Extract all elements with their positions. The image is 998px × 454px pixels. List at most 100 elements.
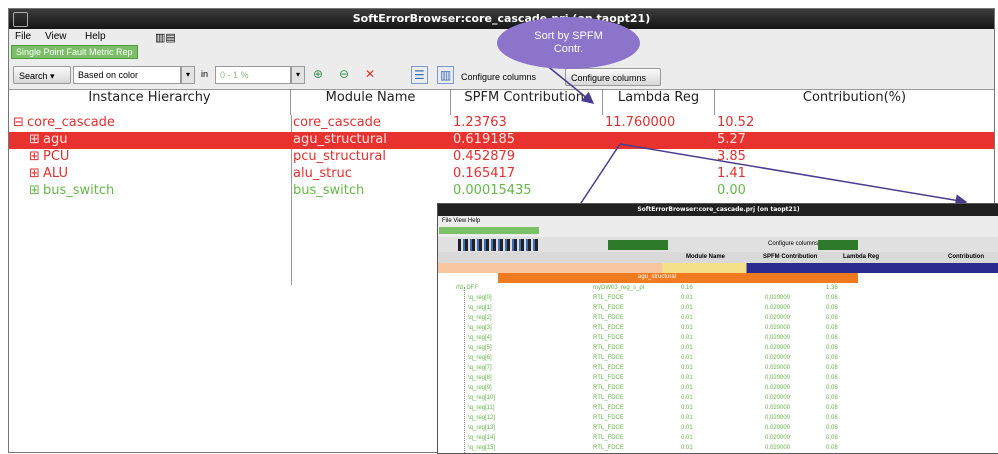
inset-contrib: 0.08	[826, 445, 838, 451]
inset-spfm: 0.01	[681, 315, 693, 321]
inset-instance: rfd_DFF	[456, 285, 479, 291]
inset-spfm: 0.01	[681, 355, 693, 361]
inset-spfm: 0.01	[681, 415, 693, 421]
inset-instance: \q_reg[8]	[468, 375, 492, 381]
inset-spfm: 0.01	[681, 405, 693, 411]
inset-module: RTL_FDCE	[593, 355, 624, 361]
inset-spfm: 0.01	[681, 305, 693, 311]
inset-contrib: 0.08	[826, 305, 838, 311]
inset-spfm: 0.16	[681, 285, 693, 291]
inset-col-module: Module Name	[686, 254, 726, 260]
inset-spfm: 0.01	[681, 425, 693, 431]
tooltip-line-2: Contr.	[553, 43, 584, 55]
inset-title: SoftErrorBrowser:core_cascade.prj (on ta…	[438, 204, 998, 216]
zoom-arrow-right	[619, 143, 968, 207]
inset-contrib: 0.08	[826, 335, 838, 341]
inset-spfm: 0.01	[681, 375, 693, 381]
inset-lambda: 0.020000	[765, 335, 791, 341]
inset-configure-label: Configure columns	[768, 241, 819, 247]
inset-lambda: 0.020000	[765, 355, 791, 361]
inset-lambda: 0.020000	[765, 325, 791, 331]
inset-module: RTL_FDCE	[593, 435, 624, 441]
inset-lambda: 0.020000	[765, 375, 791, 381]
tree-guide-line	[464, 287, 466, 453]
inset-lambda: 0.020000	[765, 405, 791, 411]
inset-table: agu_structural rfd_DFF myDW03_reg_s_pl 0…	[438, 263, 998, 453]
inset-lambda: 0.020000	[765, 295, 791, 301]
inset-lambda: 0.020000	[765, 445, 791, 451]
inset-instance: \q_reg[0]	[468, 295, 492, 301]
inset-selected-module: agu_structural	[638, 274, 677, 280]
inset-spfm: 0.01	[681, 435, 693, 441]
inset-module: myDW03_reg_s_pl	[593, 285, 645, 291]
inset-lambda: 0.020000	[765, 395, 791, 401]
inset-instance: \q_reg[6]	[468, 355, 492, 361]
inset-lambda: 0.020000	[765, 345, 791, 351]
inset-contrib: 0.08	[826, 365, 838, 371]
inset-module: RTL_FDCE	[593, 305, 624, 311]
tooltip-line-1: Sort by SPFM	[534, 30, 603, 42]
inset-contrib: 0.08	[826, 295, 838, 301]
inset-lambda: 0.020000	[765, 415, 791, 421]
inset-instance: \q_reg[2]	[468, 315, 492, 321]
inset-spfm: 0.01	[681, 365, 693, 371]
inset-instance: \q_reg[12]	[468, 415, 496, 421]
inset-contrib: 0.08	[826, 405, 838, 411]
inset-contrib: 0.08	[826, 395, 838, 401]
inset-spfm: 0.01	[681, 395, 693, 401]
inset-instance: \q_reg[15]	[468, 445, 496, 451]
inset-contrib: 0.08	[826, 315, 838, 321]
inset-contrib: 0.08	[826, 425, 838, 431]
inset-module: RTL_FDCE	[593, 295, 624, 301]
rendering-artifact	[608, 240, 668, 250]
inset-module: RTL_FDCE	[593, 385, 624, 391]
inset-instance: \q_reg[10]	[468, 395, 496, 401]
inset-lambda: 0.020000	[765, 385, 791, 391]
inset-col-spfm: SPFM Contribution	[763, 254, 818, 260]
inset-contrib: 0.08	[826, 385, 838, 391]
inset-instance: \q_reg[13]	[468, 425, 496, 431]
inset-module: RTL_FDCE	[593, 335, 624, 341]
inset-spfm: 0.01	[681, 325, 693, 331]
inset-spfm: 0.01	[681, 345, 693, 351]
inset-spfm: 0.01	[681, 295, 693, 301]
inset-contrib: 0.08	[826, 345, 838, 351]
inset-instance: \q_reg[1]	[468, 305, 492, 311]
inset-module: RTL_FDCE	[593, 395, 624, 401]
rendering-artifact	[458, 239, 538, 251]
inset-contrib: 0.08	[826, 415, 838, 421]
inset-contrib: 1.36	[826, 285, 838, 291]
inset-header: Module Name SPFM Contribution Lambda Reg…	[438, 252, 998, 263]
inset-col-contrib: Contribution	[948, 254, 984, 260]
inset-module: RTL_FDCE	[593, 325, 624, 331]
inset-instance: \q_reg[3]	[468, 325, 492, 331]
rendering-artifact	[818, 240, 858, 250]
inset-module: RTL_FDCE	[593, 405, 624, 411]
inset-spfm: 0.01	[681, 385, 693, 391]
inset-instance: \q_reg[4]	[468, 335, 492, 341]
inset-col-lambda: Lambda Reg	[843, 254, 880, 260]
inset-lambda: 0.020000	[765, 315, 791, 321]
inset-tab	[439, 227, 539, 234]
inset-instance: \q_reg[11]	[468, 405, 495, 411]
inset-selected-row: agu_structural	[498, 273, 858, 283]
inset-instance: \q_reg[7]	[468, 365, 492, 371]
expanded-view-inset: SoftErrorBrowser:core_cascade.prj (on ta…	[437, 203, 998, 454]
inset-module: RTL_FDCE	[593, 445, 624, 451]
inset-lambda: 0.020000	[765, 305, 791, 311]
inset-lambda: 0.020000	[765, 425, 791, 431]
inset-lambda: 0.020000	[765, 365, 791, 371]
inset-contrib: 0.08	[826, 325, 838, 331]
rendering-artifact	[438, 263, 998, 273]
inset-spfm: 0.01	[681, 335, 693, 341]
inset-contrib: 0.08	[826, 355, 838, 361]
inset-module: RTL_FDCE	[593, 345, 624, 351]
inset-module: RTL_FDCE	[593, 415, 624, 421]
inset-module: RTL_FDCE	[593, 365, 624, 371]
inset-spfm: 0.01	[681, 445, 693, 451]
inset-module: RTL_FDCE	[593, 315, 624, 321]
inset-menu: File View Help	[442, 218, 481, 224]
inset-instance: \q_reg[5]	[468, 345, 492, 351]
inset-module: RTL_FDCE	[593, 375, 624, 381]
inset-instance: \q_reg[14]	[468, 435, 496, 441]
